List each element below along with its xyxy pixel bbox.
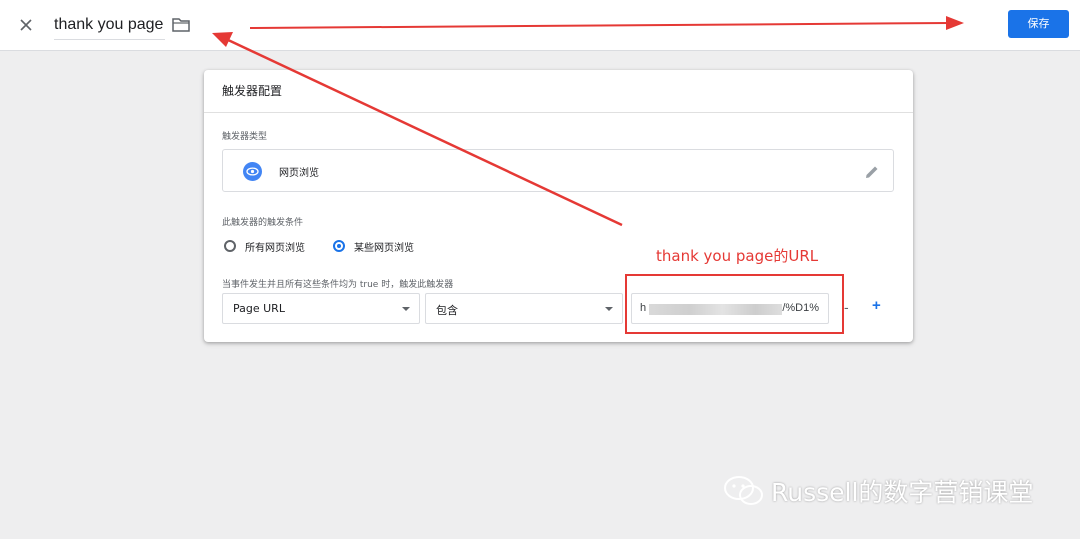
annotation-arrowhead-save [946, 16, 964, 30]
annotation-arrow-to-save [249, 22, 951, 29]
wechat-icon [724, 476, 763, 505]
annotation-arrows [212, 16, 964, 227]
watermark: Russell的数字营销课堂 [723, 473, 1033, 509]
annotation-arrow-to-title [225, 37, 623, 227]
watermark-text: Russell的数字营销课堂 [771, 478, 1034, 507]
